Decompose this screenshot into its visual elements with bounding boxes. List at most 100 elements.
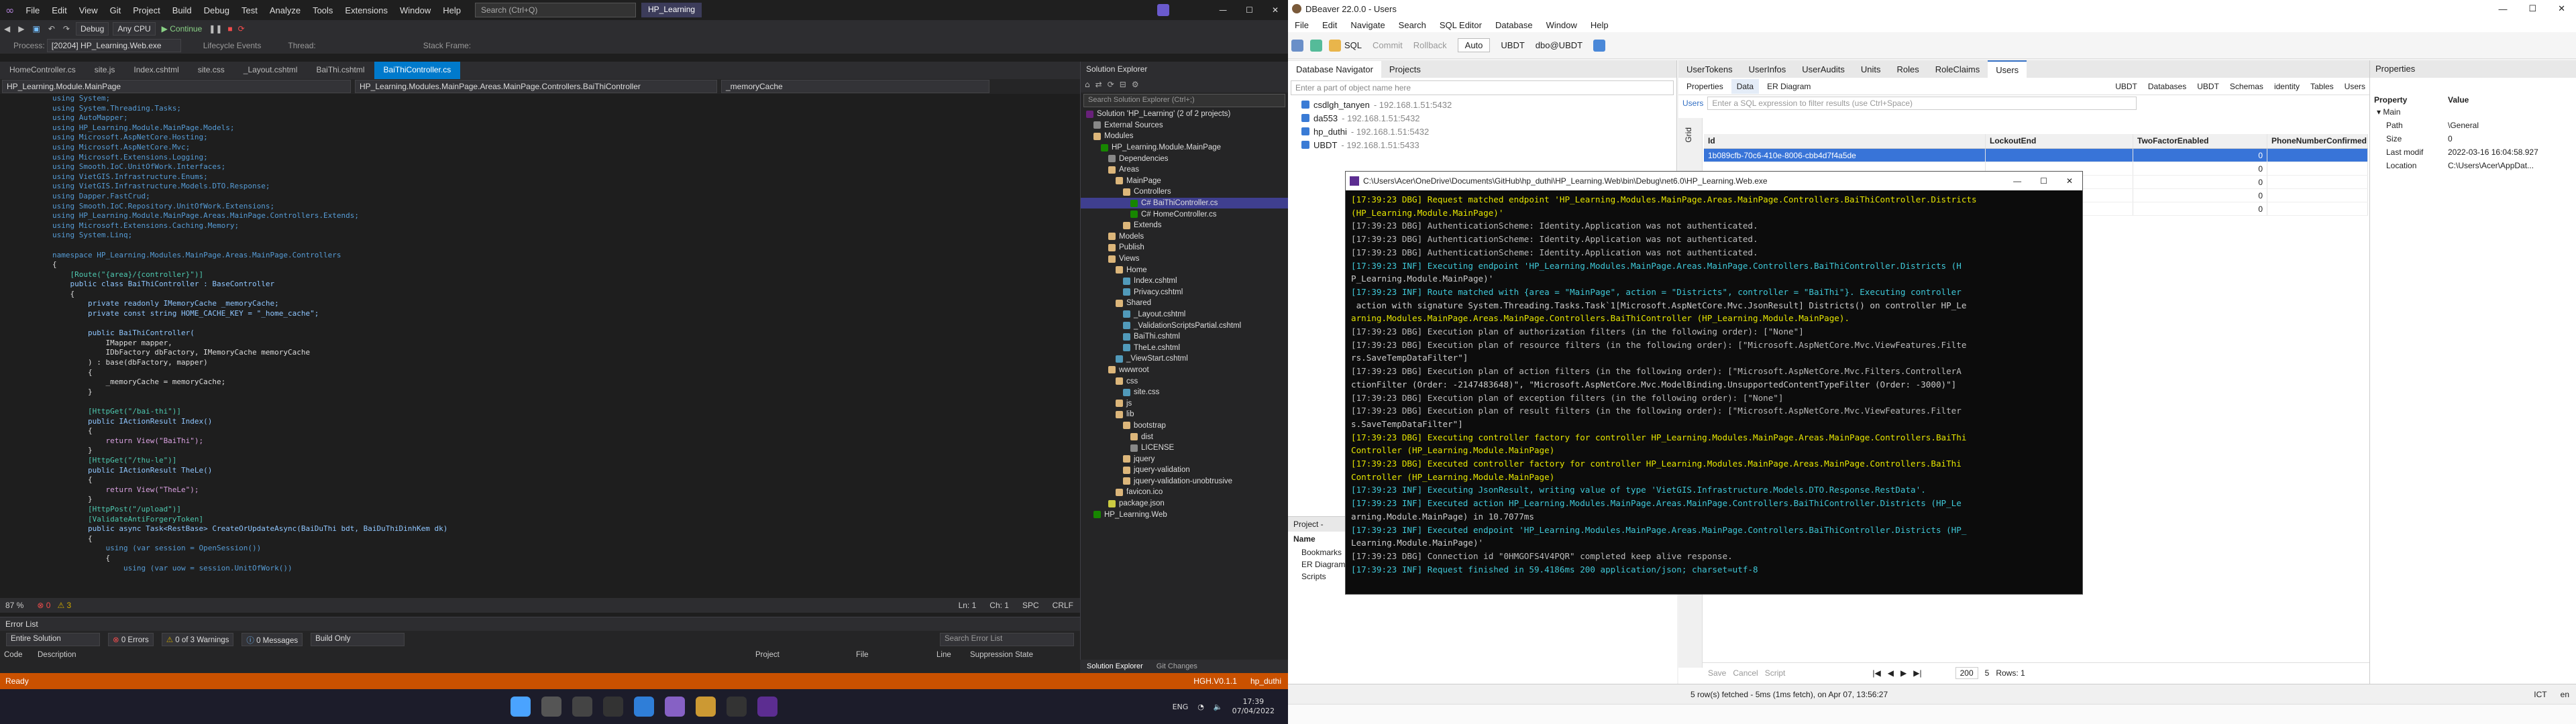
restart-icon[interactable]: ⟳	[238, 24, 245, 34]
col-file[interactable]: File	[856, 651, 936, 659]
error-search-input[interactable]: Search Error List	[940, 633, 1074, 646]
editor-tab[interactable]: RoleClaims	[1927, 61, 1988, 78]
status-spc[interactable]: SPC	[1022, 601, 1039, 610]
solution-tree-item[interactable]: Publish	[1081, 242, 1288, 253]
solution-tree-item[interactable]: _ValidationScriptsPartial.cshtml	[1081, 320, 1288, 331]
status-git-version[interactable]: HGH.V0.1.1	[1193, 676, 1237, 686]
vs-menu-item-test[interactable]: Test	[235, 5, 264, 15]
solution-tree-item[interactable]: Views	[1081, 253, 1288, 265]
cancel-button[interactable]: Cancel	[1733, 668, 1758, 678]
property-row[interactable]: Size 0	[2370, 134, 2576, 147]
solution-tree-item[interactable]: bootstrap	[1081, 420, 1288, 432]
connect-icon[interactable]	[1310, 39, 1322, 52]
continue-button[interactable]: ▶ Continue	[162, 24, 203, 34]
vs-search-input[interactable]: Search (Ctrl+Q)	[475, 3, 637, 17]
grid-filter-input[interactable]: Enter a SQL expression to filter results…	[1707, 97, 2137, 110]
col-description[interactable]: Description	[38, 651, 755, 659]
solution-tree-item[interactable]: BaiThi.cshtml	[1081, 331, 1288, 343]
notion-icon[interactable]	[603, 697, 623, 717]
scope-dropdown[interactable]: Entire Solution	[6, 633, 100, 646]
solution-tree-item[interactable]: jquery	[1081, 453, 1288, 465]
code-editor[interactable]: using System; using System.Threading.Task…	[0, 94, 1080, 598]
property-row[interactable]: Last modif 2022-03-16 16:04:58.927	[2370, 147, 2576, 161]
tab-git-changes[interactable]: Git Changes	[1150, 662, 1204, 670]
crumb-identity[interactable]: identity	[2270, 79, 2304, 94]
errors-filter[interactable]: ⊗ 0 Errors	[108, 633, 154, 646]
grid-cell[interactable]	[2267, 189, 2368, 202]
messages-filter[interactable]: ⓘ 0 Messages	[241, 633, 303, 646]
transaction-mode-dropdown[interactable]: Auto	[1457, 38, 1491, 52]
db-menu-item-database[interactable]: Database	[1489, 20, 1540, 30]
property-row[interactable]: Location C:\Users\Acer\AppDat...	[2370, 161, 2576, 174]
solution-tree-item[interactable]: package.json	[1081, 498, 1288, 509]
grid-column-header[interactable]: TwoFactorEnabled	[2133, 134, 2267, 148]
solution-tree-item[interactable]: Controllers	[1081, 186, 1288, 198]
solution-search-input[interactable]: Search Solution Explorer (Ctrl+;)	[1083, 94, 1285, 107]
solution-tree-item[interactable]: Dependencies	[1081, 153, 1288, 164]
sql-button[interactable]: SQL	[1344, 40, 1362, 50]
console-output[interactable]: [17:39:23 DBG] Request matched endpoint …	[1346, 190, 2082, 593]
vs-menu-item-extensions[interactable]: Extensions	[339, 5, 394, 15]
solution-tree-item[interactable]: Home	[1081, 264, 1288, 276]
active-db-dropdown[interactable]: UBDT	[1501, 40, 1524, 50]
volume-icon[interactable]: 🔈	[1214, 703, 1223, 711]
sql-editor-icon[interactable]	[1329, 39, 1341, 52]
doc-tab[interactable]: BaiThiController.cs	[374, 62, 461, 79]
col-project[interactable]: Project	[755, 651, 856, 659]
crumb-users[interactable]: Users	[2341, 79, 2369, 94]
editor-tab[interactable]: Users	[1988, 60, 2027, 78]
undo-icon[interactable]: ↶	[48, 24, 55, 34]
solution-tree-item[interactable]: Shared	[1081, 298, 1288, 309]
forward-icon[interactable]: ▶	[18, 24, 24, 34]
pause-icon[interactable]: ❚❚	[209, 24, 222, 34]
error-count-icon[interactable]: ⊗ 0	[37, 601, 50, 610]
terminal-icon[interactable]	[727, 697, 747, 717]
grid-cell[interactable]: 0	[2133, 176, 2267, 188]
solution-tree-item[interactable]: External Sources	[1081, 120, 1288, 131]
grid-cell[interactable]: 0	[2133, 189, 2267, 202]
solution-tree-item[interactable]: _Layout.cshtml	[1081, 309, 1288, 320]
commit-button[interactable]: Commit	[1373, 40, 1403, 50]
subtab-er-diagram[interactable]: ER Diagram	[1762, 79, 1816, 94]
windows-start-icon[interactable]	[511, 697, 531, 717]
dbeaver-icon[interactable]	[696, 697, 716, 717]
rollback-button[interactable]: Rollback	[1413, 40, 1447, 50]
lang-indicator[interactable]: ENG	[1173, 703, 1189, 711]
col-code[interactable]: Code	[4, 651, 38, 659]
vs-menu-item-project[interactable]: Project	[127, 5, 166, 15]
solution-tree-item[interactable]: dist	[1081, 431, 1288, 442]
navigator-filter-input[interactable]: Enter a part of object name here	[1291, 80, 1674, 95]
vs-menu-item-view[interactable]: View	[73, 5, 104, 15]
properties-group[interactable]: ▾ Main	[2370, 107, 2576, 121]
solution-tree-item[interactable]: MainPage	[1081, 176, 1288, 187]
warning-count-icon[interactable]: ⚠ 3	[57, 601, 71, 610]
maximize-icon[interactable]: ☐	[1246, 5, 1253, 15]
lifecycle-label[interactable]: Lifecycle Events	[203, 41, 262, 50]
property-row[interactable]: Path \General	[2370, 121, 2576, 134]
db-minimize-icon[interactable]: —	[2498, 4, 2507, 14]
collapse-icon[interactable]: ⊟	[1120, 80, 1126, 89]
crumb-schemas[interactable]: Schemas	[2226, 79, 2267, 94]
solution-tree-item[interactable]: jquery-validation-unobtrusive	[1081, 476, 1288, 487]
doc-tab[interactable]: site.js	[85, 62, 125, 79]
crumb-db[interactable]: UBDT	[2111, 79, 2141, 94]
solution-tree-item[interactable]: HP_Learning.Web	[1081, 509, 1288, 520]
db-menu-item-window[interactable]: Window	[1540, 20, 1584, 30]
grid-cell[interactable]	[2267, 176, 2368, 188]
console-minimize-icon[interactable]: —	[2013, 176, 2021, 186]
editor-tab[interactable]: UserAudits	[1794, 61, 1853, 78]
new-connection-icon[interactable]	[1291, 39, 1303, 52]
editor-tab[interactable]: Units	[1853, 61, 1889, 78]
solution-tree-item[interactable]: Models	[1081, 231, 1288, 243]
grid-cell[interactable]: 0	[2133, 162, 2267, 175]
live-share-icon[interactable]	[1157, 4, 1170, 16]
task-view-icon[interactable]	[572, 697, 592, 717]
doc-tab[interactable]: BaiThi.cshtml	[307, 62, 374, 79]
subtab-data[interactable]: Data	[1731, 78, 1760, 94]
db-menu-item-help[interactable]: Help	[1584, 20, 1615, 30]
solution-tree-item[interactable]: jquery-validation	[1081, 465, 1288, 476]
db-menu-item-sql-editor[interactable]: SQL Editor	[1433, 20, 1489, 30]
first-page-icon[interactable]: |◀	[1872, 668, 1880, 678]
grid-column-header[interactable]: LockoutEnd	[1986, 134, 2133, 148]
db-menu-item-edit[interactable]: Edit	[1316, 20, 1344, 30]
